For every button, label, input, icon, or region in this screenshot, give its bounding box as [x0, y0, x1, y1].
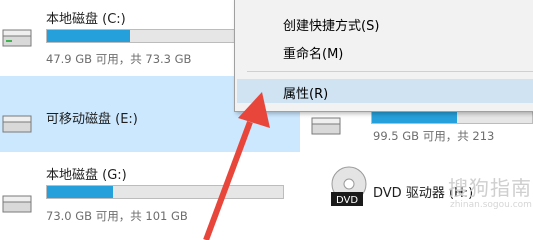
free-space-text: 73.0 GB 可用，共 101 GB — [46, 209, 188, 223]
menu-item-properties[interactable]: 属性(R) — [283, 83, 328, 102]
drive-usage-bar — [46, 185, 284, 199]
usage-fill — [47, 30, 130, 42]
drive-name: 可移动磁盘 (E:) — [46, 112, 138, 127]
menu-item-highlight — [237, 79, 533, 103]
usage-fill — [372, 111, 457, 123]
watermark-subtext: zhinan.sogou.com — [450, 200, 532, 210]
hard-drive-icon — [2, 29, 32, 47]
usage-fill — [47, 186, 114, 198]
dvd-drive-icon: DVD — [331, 166, 367, 206]
menu-item-create-shortcut[interactable]: 创建快捷方式(S) — [283, 15, 379, 34]
menu-item-rename[interactable]: 重命名(M) — [283, 43, 343, 62]
removable-drive-icon — [2, 115, 32, 133]
free-space-text: 99.5 GB 可用，共 213 — [373, 129, 495, 143]
dvd-label: DVD — [336, 195, 358, 206]
free-space-text: 47.9 GB 可用，共 73.3 GB — [46, 52, 192, 66]
drive-tile-g[interactable]: 本地磁盘 (G:) 73.0 GB 可用，共 101 GB — [0, 158, 300, 240]
hard-drive-icon — [311, 117, 341, 135]
drive-name: 本地磁盘 (G:) — [46, 168, 127, 183]
drive-name: 本地磁盘 (C:) — [46, 12, 126, 27]
menu-separator — [247, 71, 533, 72]
context-menu: 创建快捷方式(S) 重命名(M) 属性(R) — [234, 0, 533, 112]
hard-drive-icon — [2, 195, 32, 213]
drive-usage-bar — [371, 110, 533, 124]
watermark-text: 搜狗指南 — [448, 176, 532, 200]
